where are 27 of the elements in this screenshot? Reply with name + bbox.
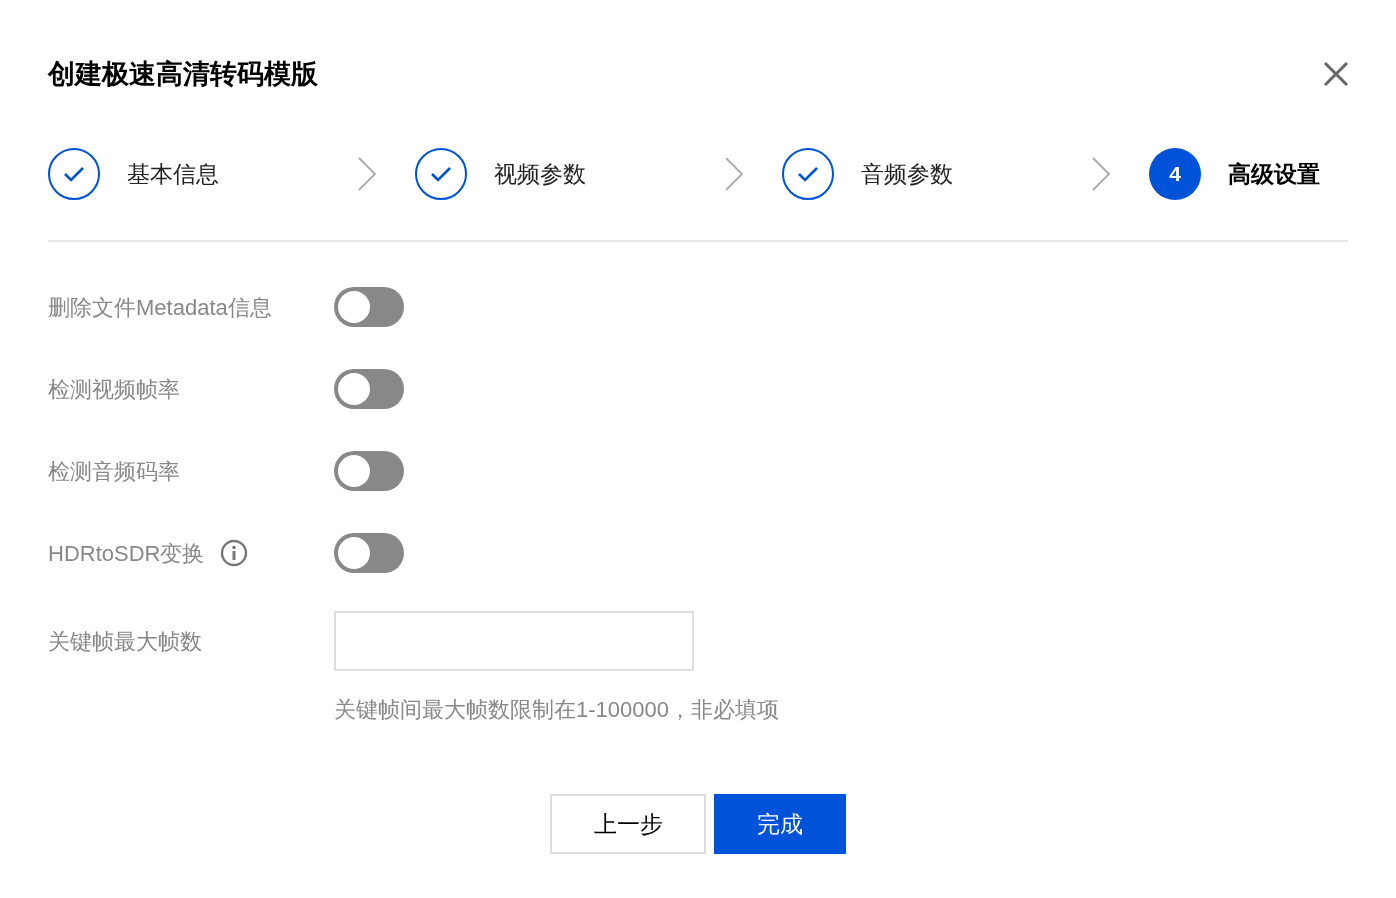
step-label: 基本信息: [127, 159, 219, 189]
step-label: 高级设置: [1228, 159, 1320, 189]
setting-label: 检测音频码率: [48, 457, 180, 486]
setting-label: 检测视频帧率: [48, 375, 180, 404]
dialog-title: 创建极速高清转码模版: [48, 58, 318, 91]
input-field[interactable]: [334, 611, 694, 671]
toggle-switch[interactable]: [334, 287, 404, 327]
finish-button[interactable]: 完成: [714, 794, 846, 854]
check-icon: [430, 166, 452, 182]
step-number: 4: [1149, 148, 1201, 200]
toggle-switch[interactable]: [334, 369, 404, 409]
chevron-right-icon: [357, 156, 377, 192]
info-icon[interactable]: [220, 539, 249, 567]
step-label: 音频参数: [861, 159, 953, 189]
toggle-switch[interactable]: [334, 533, 404, 573]
back-button[interactable]: 上一步: [550, 794, 706, 854]
field-hint: 关键帧间最大帧数限制在1-100000，非必填项: [334, 696, 780, 724]
toggle-switch[interactable]: [334, 451, 404, 491]
close-icon[interactable]: [1323, 61, 1349, 87]
check-icon: [63, 166, 85, 182]
field-label: 关键帧最大帧数: [48, 627, 203, 656]
setting-label: 删除文件Metadata信息: [48, 293, 272, 322]
step-label: 视频参数: [494, 159, 586, 189]
setting-label: HDRtoSDR变换: [48, 539, 205, 568]
chevron-right-icon: [724, 156, 744, 192]
chevron-right-icon: [1091, 156, 1111, 192]
check-icon: [797, 166, 819, 182]
